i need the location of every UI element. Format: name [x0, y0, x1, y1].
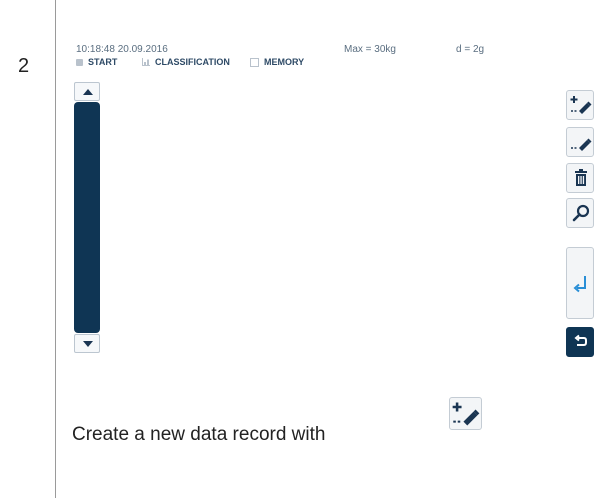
classification-icon — [142, 58, 150, 66]
add-record-icon — [570, 96, 592, 114]
breadcrumb-classification-label: CLASSIFICATION — [155, 57, 230, 67]
arrow-up-icon — [83, 89, 93, 95]
enter-icon — [573, 276, 586, 293]
breadcrumb-start-label: START — [88, 57, 118, 67]
breadcrumb-memory-label: MEMORY — [264, 57, 305, 67]
breadcrumb-memory[interactable]: MEMORY — [250, 57, 304, 67]
scroll-down-button[interactable] — [74, 334, 100, 353]
delete-record-button[interactable] — [566, 163, 594, 193]
search-button[interactable] — [566, 198, 594, 228]
enter-button[interactable] — [566, 247, 594, 319]
memory-icon — [250, 57, 259, 67]
edit-record-icon — [571, 138, 592, 151]
scroll-up-button[interactable] — [74, 82, 100, 101]
status-time: 10:18:48 — [76, 44, 115, 55]
back-icon — [574, 334, 587, 346]
scale-icon — [76, 58, 83, 66]
back-button[interactable] — [566, 327, 594, 357]
instruction-caption: Create a new data record with — [72, 424, 326, 445]
edit-record-button[interactable] — [566, 127, 594, 157]
scrollbar[interactable] — [74, 82, 100, 365]
device-screen: 10:18:48 20.09.2016 Max = 30kg d = 2g ST… — [72, 40, 600, 375]
status-bar: 10:18:48 20.09.2016 Max = 30kg d = 2g — [72, 44, 600, 58]
left-divider-line — [55, 0, 56, 498]
add-record-icon-illustration — [449, 397, 482, 430]
scroll-thumb[interactable] — [74, 102, 100, 333]
status-date: 20.09.2016 — [117, 44, 168, 55]
breadcrumb-start[interactable]: START — [76, 57, 117, 67]
status-max-capacity: Max = 30kg — [344, 44, 396, 55]
arrow-down-icon — [83, 341, 93, 347]
search-icon — [572, 204, 590, 222]
breadcrumb-classification[interactable]: CLASSIFICATION — [142, 57, 230, 67]
status-datetime: 10:18:48 20.09.2016 — [76, 44, 168, 55]
add-record-button[interactable] — [566, 90, 594, 120]
trash-icon — [575, 169, 587, 186]
add-record-icon — [452, 402, 480, 426]
status-resolution: d = 2g — [456, 44, 485, 55]
step-number: 2 — [18, 55, 30, 77]
